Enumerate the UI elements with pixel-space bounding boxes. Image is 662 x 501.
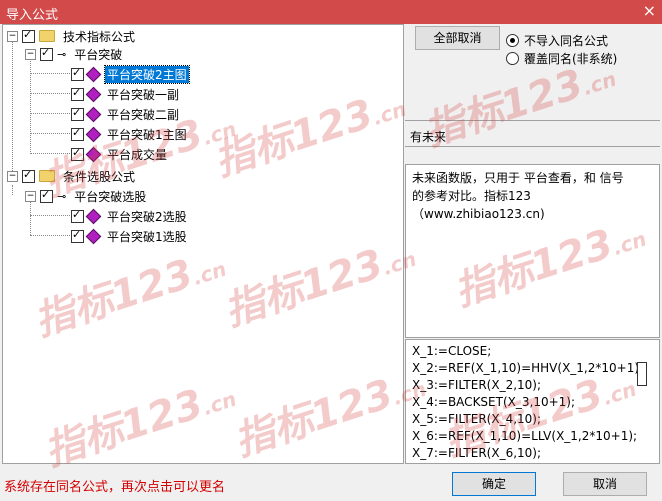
close-icon[interactable]: × (643, 2, 656, 20)
collapse-icon[interactable]: − (7, 170, 18, 182)
tree-label: 平台突破1主图 (107, 127, 187, 142)
tree-connector (12, 185, 13, 195)
formula-line: X_3:=FILTER(X_2,10); (412, 378, 542, 392)
collapse-icon[interactable]: − (7, 30, 18, 42)
formula-icon (85, 208, 102, 224)
formula-icon (85, 106, 102, 122)
folder-icon (39, 170, 55, 182)
radio-button[interactable] (506, 52, 519, 65)
key-icon: ⊸ (57, 189, 67, 203)
tree-connector (30, 153, 70, 154)
tree-node-formula[interactable]: 平台突破一副 (71, 85, 181, 103)
ok-button[interactable]: 确定 (452, 472, 536, 496)
tree-label: 平台突破2主图 (104, 64, 190, 84)
checkbox[interactable] (71, 106, 84, 121)
formula-icon (85, 66, 102, 82)
tree-connector (30, 93, 70, 94)
checkbox[interactable] (22, 168, 35, 183)
collapse-icon[interactable]: − (25, 190, 36, 202)
tree-node-group[interactable]: − ⊸ 平台突破 (25, 45, 124, 63)
tree-label: 技术指标公式 (63, 29, 136, 44)
tree-label: 条件选股公式 (63, 169, 136, 184)
radio-button[interactable] (506, 34, 519, 47)
checkbox[interactable] (40, 46, 53, 61)
future-label: 有未来 (410, 130, 447, 144)
key-icon: ⊸ (57, 47, 67, 61)
checkbox[interactable] (40, 188, 53, 203)
tree-node-formula[interactable]: 平台成交量 (71, 145, 169, 163)
formula-line: X_6:=REF(X_1,10)=LLV(X_1,2*10+1); (412, 429, 638, 443)
checkbox[interactable] (71, 66, 84, 81)
checkbox[interactable] (22, 28, 35, 43)
formula-line: X_4:=BACKSET(X_3,10+1); (412, 395, 575, 409)
formula-icon (85, 146, 102, 162)
tree-connector (30, 215, 70, 216)
tree-node-root[interactable]: − 条件选股公式 (7, 167, 137, 185)
tree-label: 平台突破二副 (107, 107, 180, 122)
tree-label: 平台突破选股 (74, 189, 147, 204)
scrollbar-thumb[interactable] (637, 362, 647, 386)
tree-label: 平台突破一副 (107, 87, 180, 102)
tree-node-root[interactable]: − 技术指标公式 (7, 27, 137, 45)
status-message: 系统存在同名公式，再次点击可以更名 (4, 480, 226, 495)
tree-node-formula[interactable]: 平台突破二副 (71, 105, 181, 123)
checkbox[interactable] (71, 228, 84, 243)
checkbox[interactable] (71, 126, 84, 141)
formula-line: X_7:=FILTER(X_6,10); (412, 446, 542, 460)
checkbox[interactable] (71, 208, 84, 223)
cancel-all-button[interactable]: 全部取消 (415, 26, 500, 50)
radio-no-import[interactable]: 不导入同名公式 (506, 32, 608, 49)
divider (405, 120, 660, 121)
tree-connector (12, 39, 13, 177)
tree-connector (30, 133, 70, 134)
description-line: 未来函数版，只用于 平台查看，和 信号 (412, 171, 624, 185)
tree-label: 平台突破1选股 (107, 229, 187, 244)
formula-line: X_2:=REF(X_1,10)=HHV(X_1,2*10+1); (412, 361, 644, 375)
tree-label: 平台成交量 (107, 147, 168, 162)
tree-node-group[interactable]: − ⊸ 平台突破选股 (25, 187, 148, 205)
checkbox[interactable] (71, 86, 84, 101)
tree-connector (30, 57, 31, 154)
formula-source-panel[interactable]: X_1:=CLOSE; X_2:=REF(X_1,10)=HHV(X_1,2*1… (405, 339, 660, 464)
formula-line: X_5:=FILTER(X_4,10); (412, 412, 542, 426)
tree-label: 平台突破 (74, 47, 123, 62)
tree-connector (30, 113, 70, 114)
tree-node-formula[interactable]: 平台突破2选股 (71, 207, 189, 225)
checkbox[interactable] (71, 146, 84, 161)
tree-connector (30, 235, 70, 236)
tree-label: 平台突破2选股 (107, 209, 187, 224)
tree-node-formula[interactable]: 平台突破1主图 (71, 125, 189, 143)
radio-overwrite[interactable]: 覆盖同名(非系统) (506, 50, 617, 67)
description-line: （www.zhibiao123.cn) (412, 207, 545, 221)
formula-icon (85, 228, 102, 244)
formula-line: X_1:=CLOSE; (412, 344, 492, 358)
radio-label: 覆盖同名(非系统) (524, 52, 618, 66)
tree-node-formula[interactable]: 平台突破1选股 (71, 227, 189, 245)
folder-icon (39, 30, 55, 42)
tree-node-formula[interactable]: 平台突破2主图 (71, 64, 190, 84)
description-panel: 未来函数版，只用于 平台查看，和 信号 的参考对比。指标123 （www.zhi… (405, 164, 660, 338)
window-title: 导入公式 (6, 8, 59, 23)
tree-connector (30, 73, 70, 74)
divider (405, 146, 660, 147)
formula-icon (85, 86, 102, 102)
description-line: 的参考对比。指标123 (412, 189, 531, 203)
collapse-icon[interactable]: − (25, 48, 36, 60)
title-bar: 导入公式 × (0, 0, 662, 24)
formula-tree[interactable]: − 技术指标公式 − ⊸ 平台突破 平台突破2主图 平台突破一副 平台突破二副 … (2, 24, 404, 464)
formula-icon (85, 126, 102, 142)
radio-label: 不导入同名公式 (524, 34, 609, 48)
cancel-button[interactable]: 取消 (563, 472, 647, 496)
